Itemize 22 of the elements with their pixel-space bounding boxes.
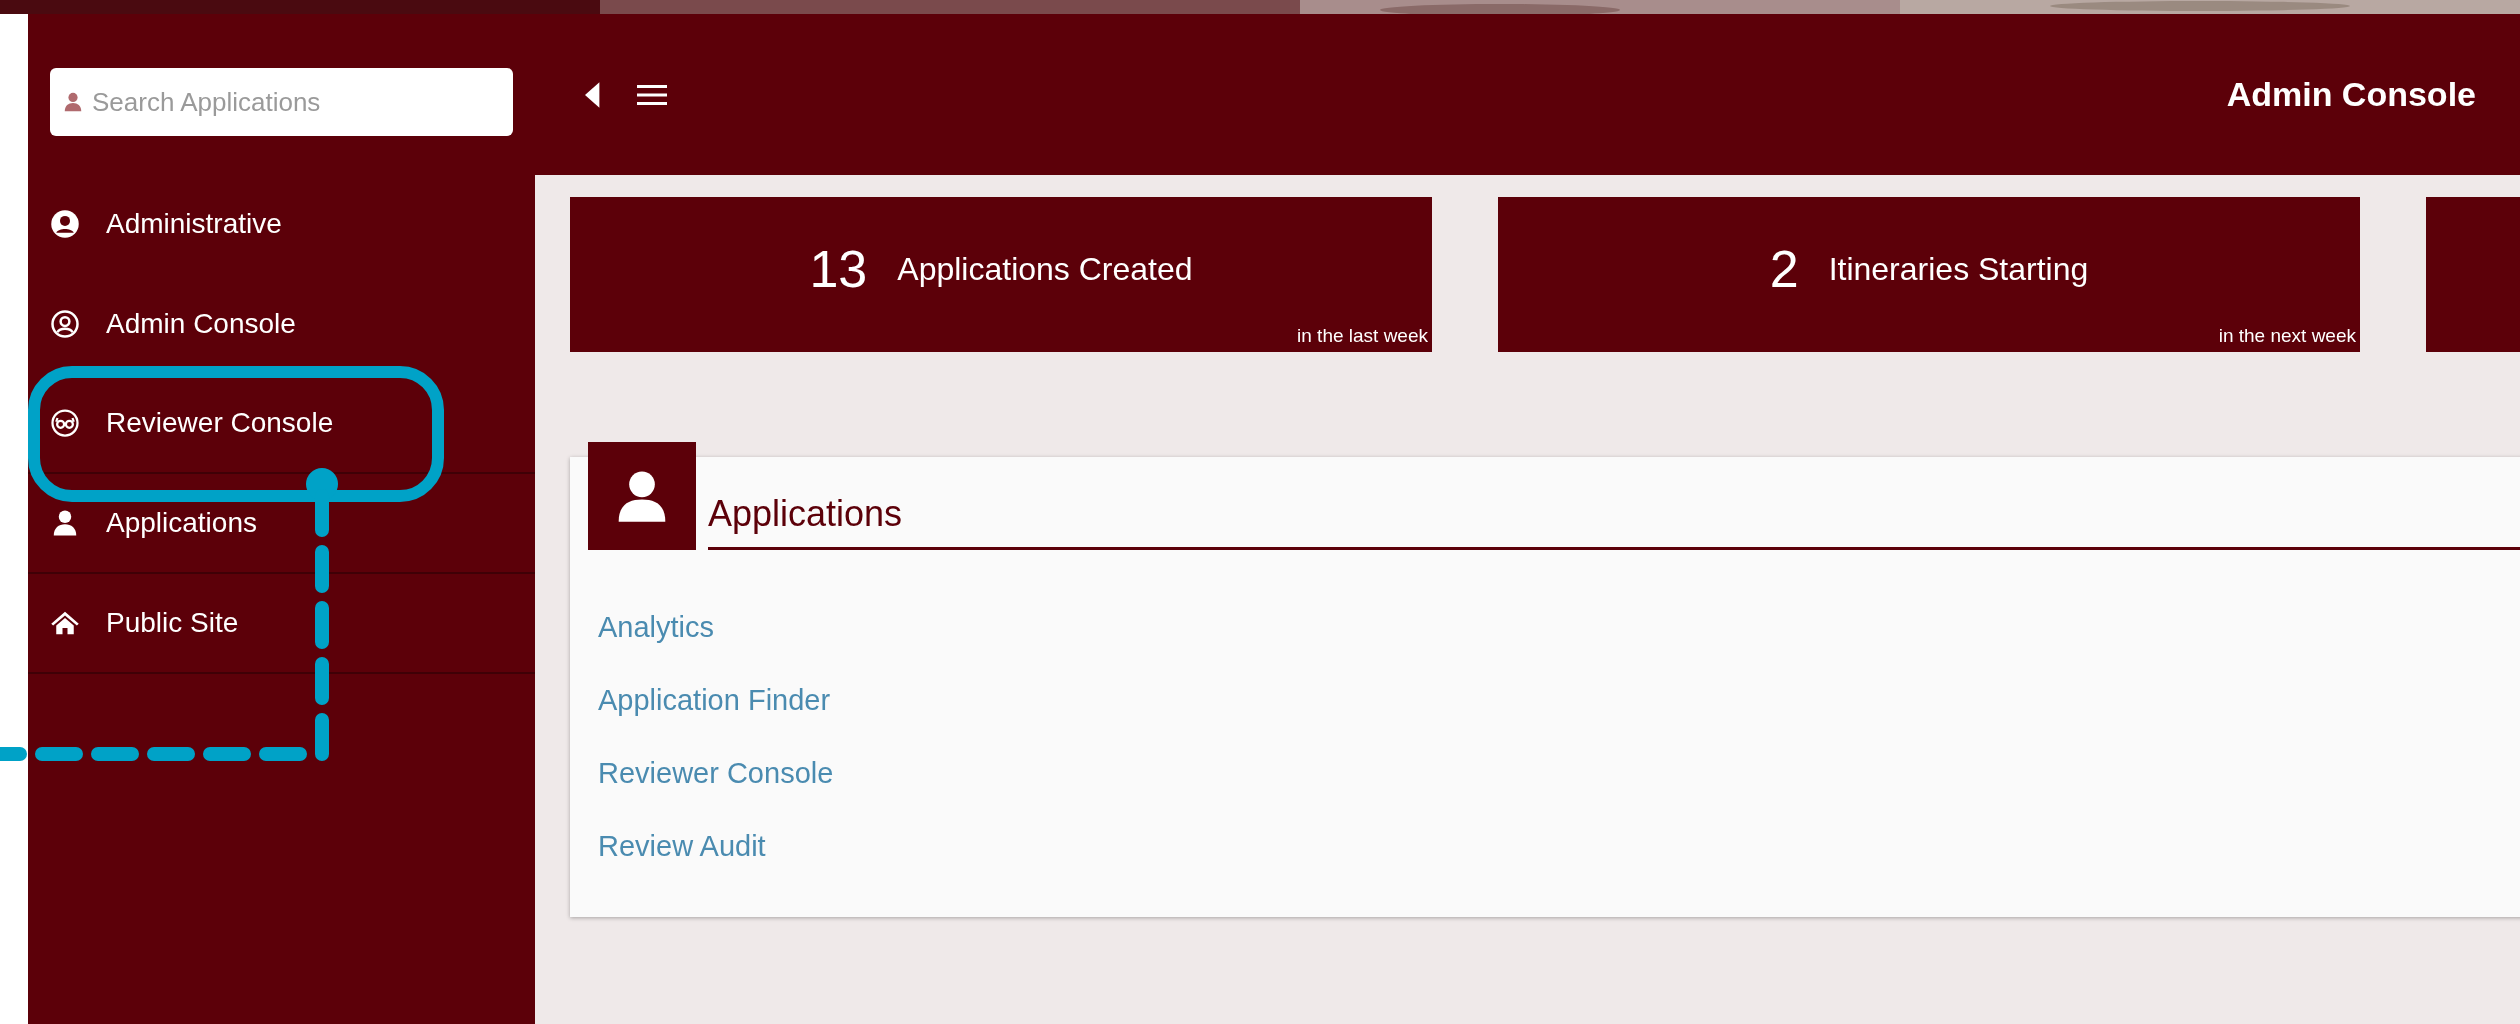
user-icon xyxy=(62,91,84,113)
sidebar-item[interactable]: Administrative xyxy=(28,174,535,274)
menu-icon[interactable] xyxy=(637,82,667,107)
page-title: Admin Console xyxy=(2226,74,2476,115)
search-input[interactable]: Search Applications xyxy=(92,82,501,122)
app-link[interactable]: Analytics xyxy=(598,608,715,646)
back-caret-icon[interactable] xyxy=(585,81,601,108)
user-circle-icon xyxy=(50,309,80,339)
stat-note: in the last week xyxy=(1297,323,1429,348)
stat-note: in the next week xyxy=(2218,323,2357,348)
search-field[interactable]: Search Applications xyxy=(50,68,513,136)
sidebar-item[interactable]: Admin Console xyxy=(28,274,535,374)
stat-value: 13 xyxy=(809,239,868,301)
app-link[interactable]: Application Finder xyxy=(598,681,831,719)
user-circle-icon xyxy=(50,209,80,239)
stat-value: 2 xyxy=(1769,239,1799,301)
stat-label: Applications Created xyxy=(897,250,1193,290)
app-link[interactable]: Review Audit xyxy=(598,827,766,865)
panel-title: Applications xyxy=(708,493,903,534)
glasses-circle-icon xyxy=(50,408,80,438)
stat-label: Itineraries Starting xyxy=(1828,250,2089,290)
app-link[interactable]: Reviewer Console xyxy=(598,754,834,792)
